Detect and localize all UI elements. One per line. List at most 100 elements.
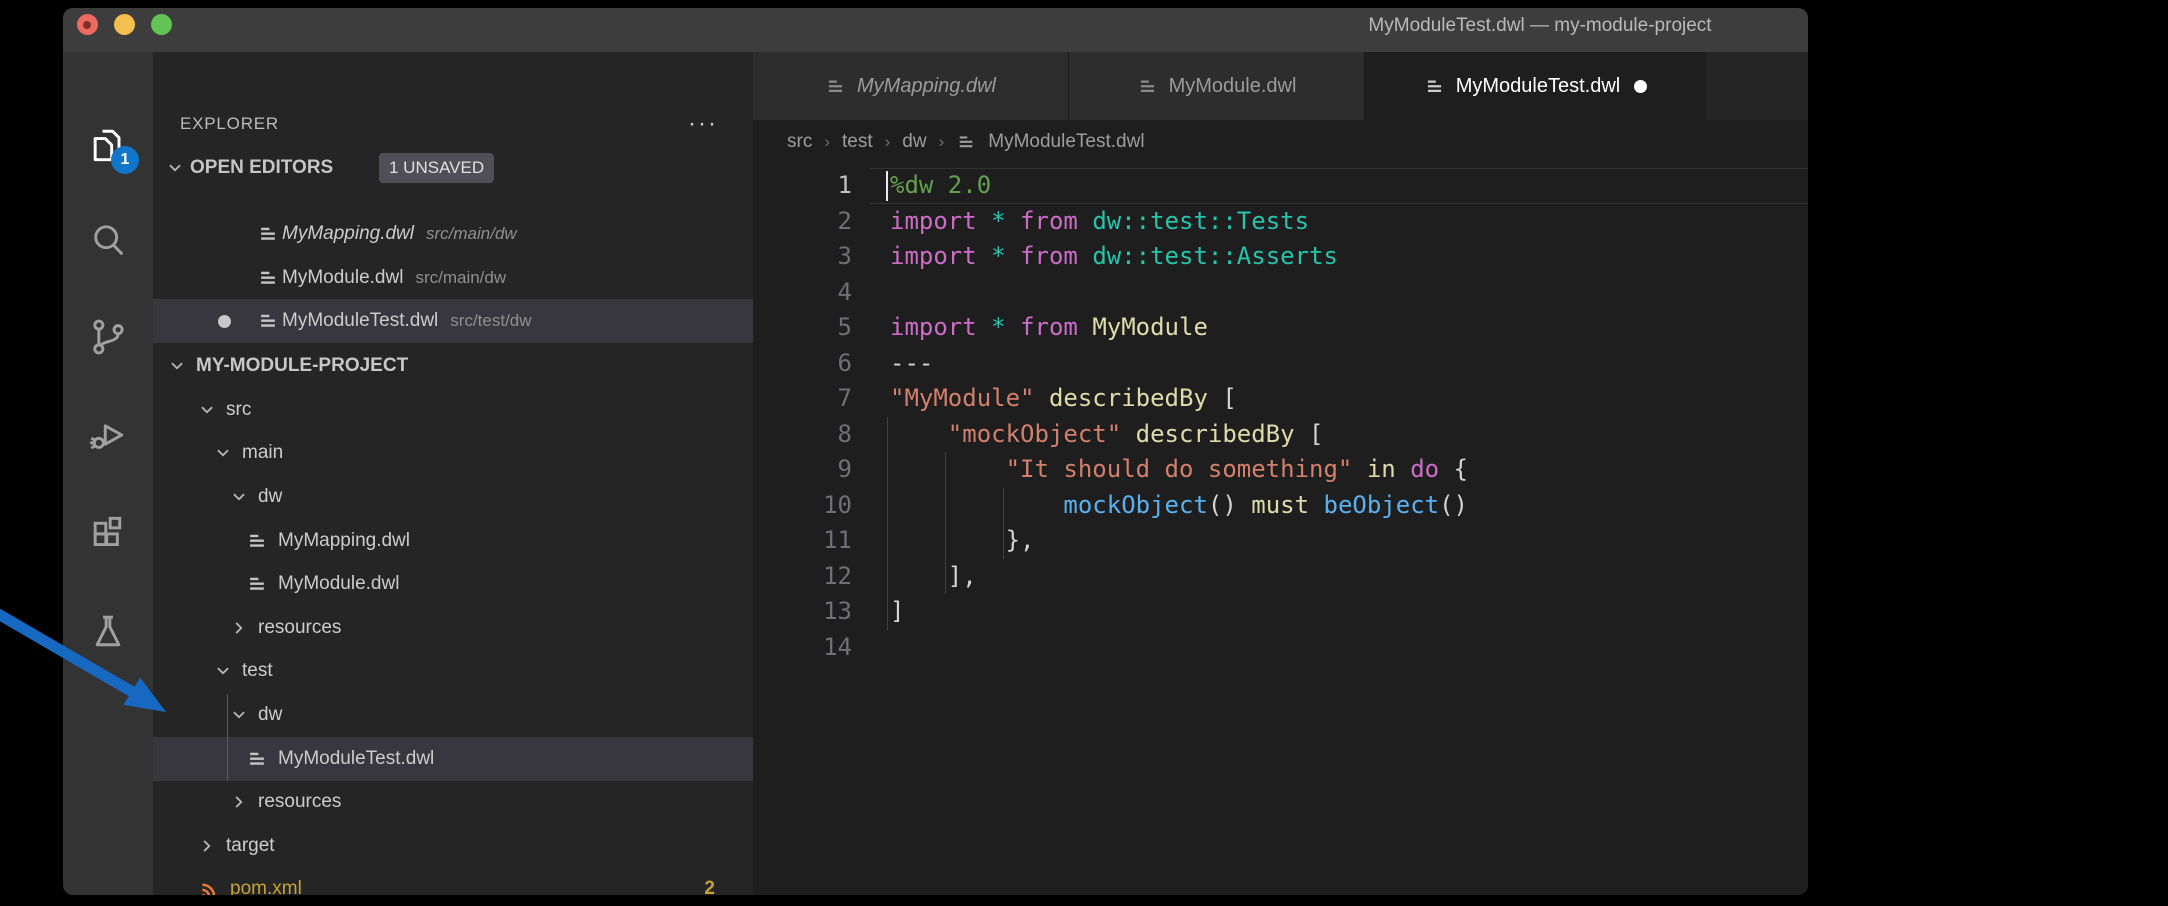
activity-extensions[interactable] [86, 511, 130, 555]
close-button[interactable] [77, 14, 98, 35]
problems-badge: 2 [704, 867, 715, 895]
modified-dot-icon [218, 315, 231, 328]
code-token: ] [890, 597, 904, 625]
activity-badge: 1 [111, 146, 139, 174]
line-number: 7 [753, 381, 852, 417]
chevron-right-icon[interactable] [230, 793, 248, 811]
code-token: () [1208, 491, 1251, 519]
code-token: from [1020, 207, 1092, 235]
code-area[interactable]: 1%dw 2.02import * from dw::test::Tests3i… [753, 52, 1808, 895]
tree-item-mymodule-dwl[interactable]: MyModule.dwl [153, 562, 753, 606]
file-icon [246, 748, 268, 770]
code-token: import [890, 313, 991, 341]
file-icon [257, 267, 279, 289]
code-token: dw::test::Tests [1092, 207, 1309, 235]
tree-item-pom-xml[interactable]: pom.xml 2 [153, 867, 753, 895]
open-editor-path: src/test/dw [450, 311, 531, 330]
tree-item-dw[interactable]: dw [153, 693, 753, 737]
tree-item-label: pom.xml [230, 867, 302, 895]
activity-search[interactable] [86, 218, 130, 262]
tree-item-label: src [226, 388, 251, 432]
indent-guide [887, 417, 888, 630]
file-icon [257, 223, 279, 245]
code-token [1121, 420, 1135, 448]
zoom-button[interactable] [151, 14, 172, 35]
tree-item-label: test [242, 649, 273, 693]
tree-item-target[interactable]: target [153, 824, 753, 868]
tree-item-label: MyModule.dwl [278, 562, 399, 606]
code-token: in [1367, 455, 1396, 483]
code-line[interactable]: "mockObject" describedBy [ [890, 417, 1324, 453]
title-bar[interactable]: MyModuleTest.dwl — my-module-project [63, 8, 1808, 52]
tree-item-dw[interactable]: dw [153, 475, 753, 519]
minimize-button[interactable] [114, 14, 135, 35]
chevron-down-icon[interactable] [230, 488, 248, 506]
code-line[interactable]: mockObject() must beObject() [890, 488, 1468, 524]
tree-item-mymoduletest-dwl[interactable]: MyModuleTest.dwl [153, 737, 753, 781]
code-token: "It should do something" [1006, 455, 1353, 483]
tree-item-label: resources [258, 606, 341, 650]
line-number: 12 [753, 559, 852, 595]
code-token: }, [890, 526, 1035, 554]
tree-item-label: MyMapping.dwl [278, 519, 410, 563]
tree-item-label: dw [258, 693, 282, 737]
code-line[interactable]: %dw 2.0 [890, 168, 991, 204]
code-token: from [1020, 242, 1092, 270]
tree-item-label: resources [258, 780, 341, 824]
explorer-sidebar: EXPLORER ··· OPEN EDITORS1 UNSAVED MyMapp… [153, 52, 753, 895]
chevron-down-icon[interactable] [166, 159, 184, 177]
code-token: * [991, 242, 1005, 270]
code-token [1006, 313, 1020, 341]
code-token: MyModule [1092, 313, 1208, 341]
activity-source-control[interactable] [86, 315, 130, 359]
more-actions-icon[interactable]: ··· [688, 110, 718, 138]
code-token: * [991, 207, 1005, 235]
line-number: 11 [753, 523, 852, 559]
open-editor-item[interactable]: MyMapping.dwlsrc/main/dw [153, 212, 753, 256]
tree-item-test[interactable]: test [153, 649, 753, 693]
tree-item-label: MY-MODULE-PROJECT [196, 344, 408, 388]
code-line[interactable]: ], [890, 559, 977, 595]
chevron-right-icon[interactable] [230, 619, 248, 637]
tree-item-mymapping-dwl[interactable]: MyMapping.dwl [153, 519, 753, 563]
tree-item-resources[interactable]: resources [153, 606, 753, 650]
line-number: 14 [753, 630, 852, 666]
code-line[interactable]: import * from dw::test::Tests [890, 204, 1309, 240]
chevron-down-icon[interactable] [198, 401, 216, 419]
code-token [1352, 455, 1366, 483]
open-editor-item[interactable]: MyModuleTest.dwlsrc/test/dw [153, 299, 753, 343]
tree-item-label: main [242, 431, 283, 475]
chevron-down-icon[interactable] [214, 444, 232, 462]
code-line[interactable]: import * from dw::test::Asserts [890, 239, 1338, 275]
vscode-window: MyModuleTest.dwl — my-module-project 1 E… [63, 8, 1808, 895]
code-line[interactable]: ] [890, 594, 904, 630]
chevron-right-icon[interactable] [198, 837, 216, 855]
code-token: { [1439, 455, 1468, 483]
line-number: 1 [753, 168, 852, 204]
activity-run-debug[interactable] [86, 413, 130, 457]
code-token: "mockObject" [948, 420, 1121, 448]
code-line[interactable]: "It should do something" in do { [890, 452, 1468, 488]
code-line[interactable]: --- [890, 346, 933, 382]
explorer-title: EXPLORER [180, 114, 279, 134]
tree-item-my-module-project[interactable]: MY-MODULE-PROJECT [153, 344, 753, 388]
code-line[interactable]: import * from MyModule [890, 310, 1208, 346]
line-number: 13 [753, 594, 852, 630]
open-editor-item[interactable]: MyModule.dwlsrc/main/dw [153, 256, 753, 300]
code-token [890, 455, 1006, 483]
rss-icon [198, 878, 220, 895]
search-icon [86, 218, 130, 262]
tree-item-resources[interactable]: resources [153, 780, 753, 824]
open-editors-header[interactable]: OPEN EDITORS1 UNSAVED [153, 146, 753, 190]
file-icon [246, 530, 268, 552]
line-number: 3 [753, 239, 852, 275]
chevron-down-icon[interactable] [168, 357, 186, 375]
code-token: beObject [1324, 491, 1440, 519]
code-line[interactable]: }, [890, 523, 1035, 559]
unsaved-count-badge: 1 UNSAVED [379, 153, 494, 183]
tree-item-main[interactable]: main [153, 431, 753, 475]
chevron-down-icon[interactable] [230, 706, 248, 724]
tree-item-src[interactable]: src [153, 388, 753, 432]
activity-explorer[interactable]: 1 [86, 123, 130, 167]
code-line[interactable]: "MyModule" describedBy [ [890, 381, 1237, 417]
